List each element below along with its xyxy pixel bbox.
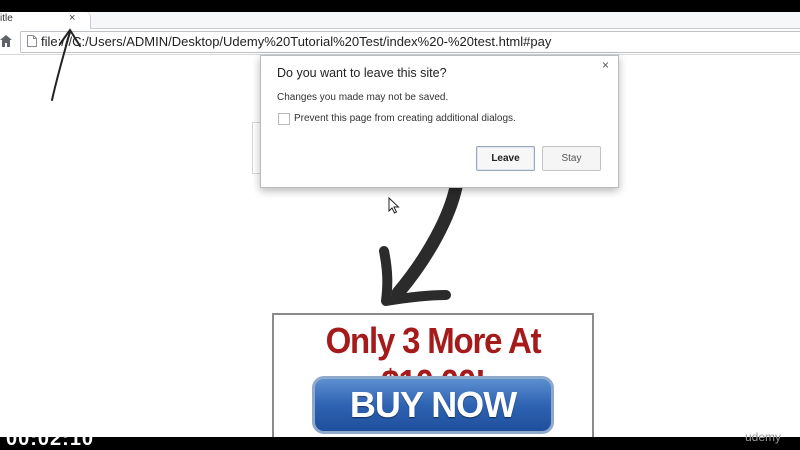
prevent-dialogs-label[interactable]: Prevent this page from creating addition… <box>294 113 516 124</box>
leave-site-dialog: × Do you want to leave this site? Change… <box>260 55 619 188</box>
letterbox-bottom <box>0 437 800 450</box>
mouse-cursor-icon <box>388 197 400 214</box>
stay-button[interactable]: Stay <box>542 146 601 171</box>
browser-tabstrip: itle × <box>0 12 800 29</box>
video-timecode: 00:02:10 <box>6 428 95 450</box>
promo-banner: Only 3 More At $10.00! BUY NOW <box>272 313 594 439</box>
tab-title: itle <box>0 13 13 24</box>
leave-button[interactable]: Leave <box>476 146 535 171</box>
letterbox-top <box>0 0 800 12</box>
video-frame: itle × file:///C:/Users/ADMIN/Desktop/Ud… <box>0 0 800 450</box>
dialog-message: Changes you made may not be saved. <box>277 92 449 103</box>
home-icon[interactable] <box>0 34 12 48</box>
browser-toolbar: file:///C:/Users/ADMIN/Desktop/Udemy%20T… <box>0 29 800 55</box>
sketch-arrow-down-icon <box>379 185 463 306</box>
dialog-title: Do you want to leave this site? <box>277 66 447 80</box>
address-bar[interactable]: file:///C:/Users/ADMIN/Desktop/Udemy%20T… <box>20 31 800 53</box>
buy-now-button[interactable]: BUY NOW <box>312 376 554 434</box>
prevent-dialogs-checkbox[interactable] <box>278 113 290 125</box>
dialog-close-icon[interactable]: × <box>602 58 609 72</box>
url-text: file:///C:/Users/ADMIN/Desktop/Udemy%20T… <box>41 34 552 49</box>
sketch-arrow-up-icon <box>51 28 81 101</box>
page-icon <box>27 35 37 47</box>
udemy-watermark: udemy <box>745 430 782 444</box>
